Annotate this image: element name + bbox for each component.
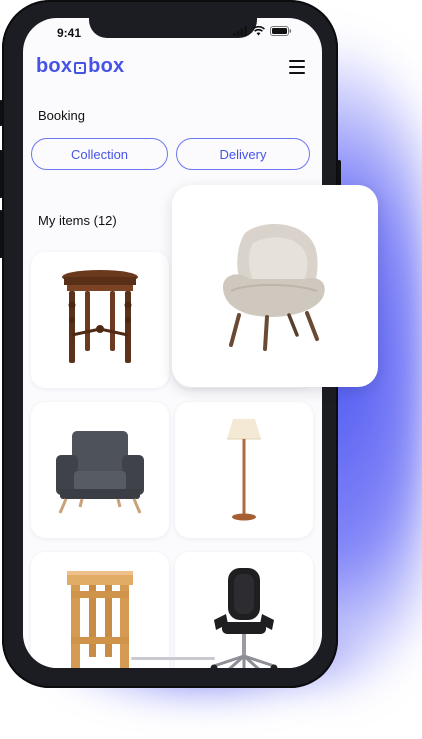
logo-text-right: box <box>88 55 125 77</box>
notch <box>89 18 257 38</box>
item-card[interactable] <box>175 552 313 668</box>
side-table-icon <box>62 270 138 363</box>
floor-lamp-icon <box>227 419 261 521</box>
grey-armchair-icon <box>56 431 144 514</box>
logo-box-icon <box>74 61 87 74</box>
collection-button[interactable]: Collection <box>31 138 168 170</box>
hamburger-menu-icon[interactable] <box>289 60 305 78</box>
wifi-icon <box>252 26 265 36</box>
featured-item-card[interactable] <box>172 185 378 387</box>
logo-text-left: box <box>36 55 73 77</box>
volume-up-button <box>0 150 3 198</box>
battery-icon <box>270 26 292 36</box>
item-card[interactable] <box>31 402 169 538</box>
home-indicator <box>131 657 215 660</box>
wooden-stool-icon <box>67 571 133 668</box>
item-card[interactable] <box>175 402 313 538</box>
app-logo[interactable]: box box <box>36 55 124 78</box>
item-card[interactable] <box>31 552 169 668</box>
delivery-button[interactable]: Delivery <box>176 138 310 170</box>
office-chair-icon <box>210 568 278 668</box>
mute-switch <box>0 100 3 126</box>
item-card[interactable] <box>31 252 169 388</box>
items-title: My items (12) <box>38 213 117 228</box>
booking-title: Booking <box>38 108 85 123</box>
status-icons <box>233 26 292 36</box>
signal-icon <box>233 26 247 36</box>
volume-down-button <box>0 210 3 258</box>
armchair-icon <box>223 223 325 351</box>
status-time: 9:41 <box>57 26 82 40</box>
